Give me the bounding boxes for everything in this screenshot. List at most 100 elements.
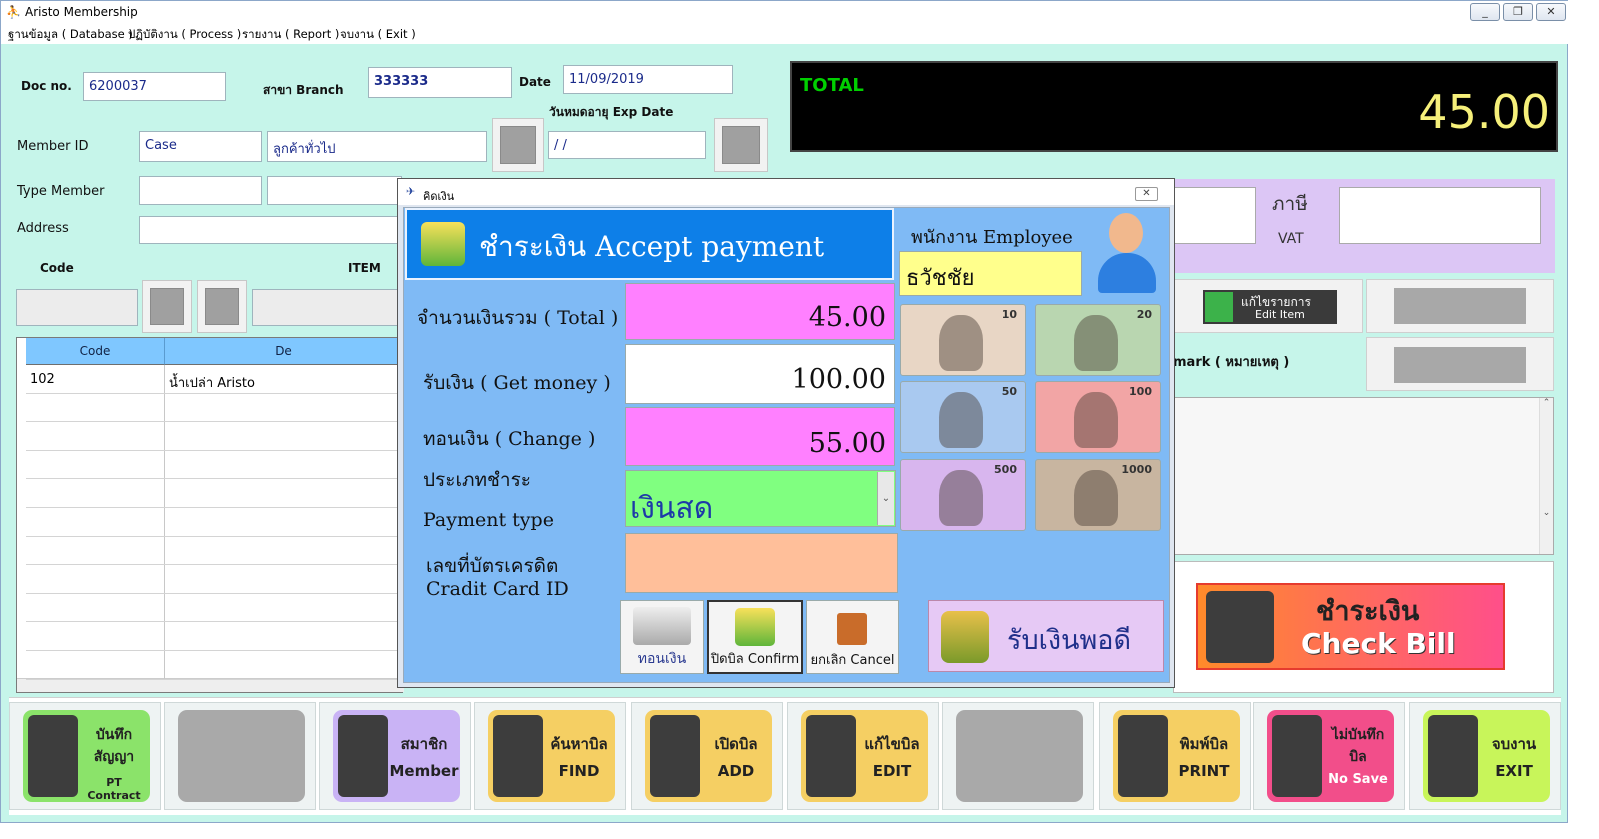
cell-code[interactable]	[26, 393, 165, 422]
toolbar-pt-contract-button[interactable]: บันทึก สัญญา PT Contract	[9, 702, 161, 810]
member-id-field[interactable]: Case	[139, 131, 262, 162]
dialog-close-button[interactable]: ✕	[1135, 187, 1158, 201]
cell-code[interactable]	[26, 536, 165, 565]
member-name-field[interactable]: ลูกค้าทั่วไป	[267, 131, 487, 162]
type-member-name-field[interactable]	[267, 176, 402, 205]
payment-type-select[interactable]: เงินสด ⌄	[625, 470, 896, 527]
cell-code[interactable]	[26, 622, 165, 650]
items-grid[interactable]: Code De 102 น้ำเปล่า Aristo	[16, 337, 404, 693]
cell-code[interactable]	[26, 479, 165, 507]
type-member-field[interactable]	[139, 176, 262, 205]
member-lookup-button[interactable]	[492, 118, 544, 172]
table-row[interactable]	[26, 450, 403, 480]
total-amount-field[interactable]: 45.00	[625, 283, 895, 340]
table-row[interactable]	[26, 565, 403, 594]
cell-code[interactable]	[26, 565, 165, 593]
cell-description[interactable]: น้ำเปล่า Aristo	[165, 365, 403, 393]
confirm-button[interactable]: ปิดบิล Confirm	[707, 600, 803, 674]
cell-description[interactable]	[165, 508, 403, 536]
payment-type-value: เงินสด	[630, 491, 714, 526]
toolbar-find-button[interactable]: ค้นหาบิล FIND	[474, 702, 626, 810]
banknote-50-button[interactable]: 50	[900, 381, 1026, 453]
exp-date-field[interactable]: / /	[548, 131, 706, 159]
address-field[interactable]	[139, 216, 402, 244]
chevron-down-icon[interactable]: ⌄	[877, 472, 894, 525]
cell-description[interactable]	[165, 594, 403, 622]
cell-code[interactable]: 102	[26, 365, 165, 393]
cell-code[interactable]	[26, 651, 165, 679]
table-row[interactable]	[26, 651, 403, 680]
minimize-button[interactable]: _	[1470, 3, 1500, 21]
menu-exit[interactable]: จบงาน ( Exit )	[340, 26, 416, 44]
menu-database[interactable]: ฐานข้อมูล ( Database )	[8, 26, 133, 44]
banknote-10-button[interactable]: 10	[900, 304, 1026, 376]
table-row[interactable]	[26, 479, 403, 508]
toolbar-edit-button[interactable]: แก้ไขบิล EDIT	[787, 702, 939, 810]
toolbar-member-button[interactable]: สมาชิก Member	[319, 702, 471, 810]
toolbar-exit-button[interactable]: จบงาน EXIT	[1409, 702, 1561, 810]
cell-code[interactable]	[26, 422, 165, 450]
right-gray-button-2[interactable]	[1366, 337, 1554, 391]
table-row[interactable]	[26, 393, 403, 423]
table-row[interactable]	[26, 536, 403, 566]
code-lookup-button[interactable]	[142, 280, 192, 333]
remark-scrollbar[interactable]: ⌃ ⌄	[1539, 398, 1553, 554]
date-field[interactable]: 11/09/2019	[563, 65, 733, 94]
menu-report[interactable]: รายงาน ( Report )	[242, 26, 339, 44]
close-button[interactable]: ✕	[1536, 3, 1566, 21]
king-portrait-icon	[939, 470, 983, 526]
banknote-20-button[interactable]: 20	[1035, 304, 1161, 376]
cancel-button[interactable]: ยกเลิก Cancel	[806, 600, 899, 674]
check-bill-button[interactable]: ชำระเงิน Check Bill	[1196, 583, 1505, 670]
banknote-100-button[interactable]: 100	[1035, 381, 1161, 453]
toolbar-print-button[interactable]: พิมพ์บิล PRINT	[1099, 702, 1251, 810]
remark-textarea[interactable]: ⌃ ⌄	[1173, 397, 1554, 555]
toolbar-blank-button[interactable]	[164, 702, 316, 810]
banknote-1000-button[interactable]: 1000	[1035, 459, 1161, 531]
cell-description[interactable]	[165, 651, 403, 679]
cell-code[interactable]	[26, 593, 165, 622]
column-header-description[interactable]: De	[165, 338, 403, 365]
code-input[interactable]	[16, 289, 138, 326]
table-row[interactable]: 102 น้ำเปล่า Aristo	[26, 365, 403, 394]
cell-code[interactable]	[26, 508, 165, 536]
branch-field[interactable]: 333333	[368, 67, 512, 98]
employee-name[interactable]: ธวัชชัย	[899, 251, 1082, 296]
table-row[interactable]	[26, 622, 403, 651]
cell-description[interactable]	[165, 537, 403, 565]
toolbar-add-button[interactable]: เปิดบิล ADD	[631, 702, 783, 810]
add-bill-icon	[650, 715, 700, 797]
item-input[interactable]	[252, 289, 402, 326]
right-gray-button-1[interactable]	[1366, 279, 1554, 333]
vat-field[interactable]	[1339, 187, 1541, 244]
cell-description[interactable]	[165, 479, 403, 507]
cell-description[interactable]	[165, 422, 403, 450]
date-label: Date	[519, 75, 551, 89]
change-drawer-button[interactable]: ทอนเงิน	[620, 600, 704, 674]
table-row[interactable]	[26, 508, 403, 537]
banknote-500-button[interactable]: 500	[900, 459, 1026, 531]
cell-code[interactable]	[26, 450, 165, 479]
grid-horizontal-scrollbar[interactable]	[17, 678, 404, 692]
table-row[interactable]	[26, 593, 403, 623]
toolbar-blank-button[interactable]	[942, 702, 1094, 810]
edit-item-button[interactable]: แก้ไขรายการ Edit Item	[1203, 290, 1337, 324]
item-lookup-button[interactable]	[197, 280, 247, 333]
vat-field-left[interactable]	[1173, 187, 1256, 244]
change-field[interactable]: 55.00	[625, 407, 895, 466]
menu-process[interactable]: ปฏิบัติงาน ( Process )	[128, 26, 241, 44]
restore-button[interactable]: ❐	[1503, 3, 1533, 21]
column-header-code[interactable]: Code	[26, 338, 165, 365]
cell-description[interactable]	[165, 622, 403, 650]
table-row[interactable]	[26, 422, 403, 451]
cell-description[interactable]	[165, 451, 403, 479]
cell-description[interactable]	[165, 565, 403, 593]
dialog-title: คิดเงิน	[423, 190, 455, 203]
exact-money-button[interactable]: รับเงินพอดี	[928, 600, 1164, 672]
credit-card-field[interactable]	[625, 533, 898, 593]
get-money-field[interactable]: 100.00	[625, 344, 895, 404]
toolbar-no-save-button[interactable]: ไม่บันทึก บิล No Save	[1253, 702, 1405, 810]
doc-no-field[interactable]: 6200037	[83, 72, 226, 101]
exp-date-button[interactable]	[714, 118, 768, 172]
cell-description[interactable]	[165, 394, 403, 422]
